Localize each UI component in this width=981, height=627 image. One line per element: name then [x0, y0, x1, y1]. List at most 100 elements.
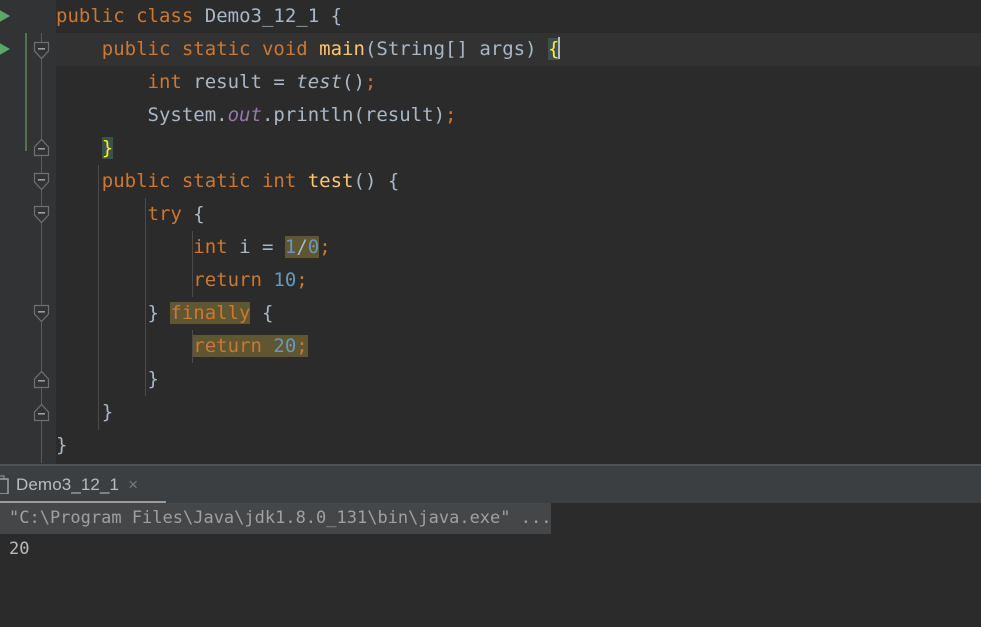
code-line[interactable]: System.out.println(result);	[56, 99, 981, 132]
usage-highlight: 1	[284, 236, 297, 258]
code-token: =	[273, 71, 285, 93]
code-token: try	[147, 203, 182, 225]
code-token: }	[56, 434, 68, 456]
code-line[interactable]: }	[56, 396, 981, 429]
code-token: int	[193, 236, 228, 258]
code-token: println	[273, 104, 354, 126]
code-token: String	[376, 38, 446, 60]
ide-window: public class Demo3_12_1 { public static …	[0, 0, 981, 579]
code-token: (	[364, 38, 377, 60]
code-token: public	[56, 5, 125, 27]
code-line[interactable]: public class Demo3_12_1 {	[56, 0, 981, 33]
code-line[interactable]: public static int test() {	[56, 165, 981, 198]
fold-marker-expanded[interactable]	[33, 172, 50, 191]
code-token: class	[136, 5, 194, 27]
editor-gutter[interactable]	[0, 0, 56, 464]
code-token: test	[307, 170, 354, 192]
code-token: .	[261, 104, 274, 126]
code-text-area[interactable]: public class Demo3_12_1 { public static …	[56, 0, 981, 464]
usage-highlight: finally	[170, 302, 251, 324]
code-token: ;	[445, 104, 457, 126]
fold-marker-expanded[interactable]	[33, 41, 50, 60]
code-token: void	[261, 38, 308, 60]
code-token: static	[181, 38, 251, 60]
run-method-icon[interactable]	[0, 41, 10, 57]
code-token: []	[445, 38, 480, 60]
gutter-icon-strip	[0, 0, 24, 464]
close-icon[interactable]: ×	[128, 476, 138, 493]
code-line[interactable]: }	[56, 132, 981, 165]
run-tab-label: Demo3_12_1	[16, 474, 120, 494]
code-line[interactable]: public static void main(String[] args) {	[56, 33, 981, 66]
code-token: i	[239, 236, 251, 258]
fold-marker-expanded[interactable]	[33, 304, 50, 323]
code-token: {	[330, 5, 343, 27]
code-token: )	[433, 104, 446, 126]
fold-marker-expanded[interactable]	[33, 205, 50, 224]
code-token: ;	[364, 71, 377, 93]
code-token: result	[181, 71, 274, 93]
code-token: =	[261, 236, 274, 258]
code-token: return	[193, 269, 262, 291]
code-line[interactable]: try {	[56, 198, 981, 231]
bracket-match-highlight: }	[101, 137, 114, 159]
code-token: {	[261, 302, 274, 324]
usage-highlight: return	[193, 335, 262, 357]
code-token: }	[147, 302, 171, 324]
vcs-change-marker[interactable]	[25, 33, 27, 151]
code-line[interactable]: }	[56, 363, 981, 396]
text-caret[interactable]	[558, 37, 561, 59]
code-line[interactable]: }	[56, 429, 981, 462]
code-token: 10	[273, 269, 297, 291]
code-token: public	[101, 38, 171, 60]
code-token: .	[216, 104, 228, 126]
code-token: args	[479, 38, 526, 60]
console-output[interactable]: "C:\Program Files\Java\jdk1.8.0_131\bin\…	[0, 503, 981, 579]
usage-highlight: 20	[273, 335, 297, 357]
code-token: ()	[342, 71, 365, 93]
usage-highlight: /	[296, 236, 308, 258]
code-line[interactable]: int result = test();	[56, 66, 981, 99]
code-line[interactable]: return 20;	[56, 330, 981, 363]
code-token: out	[227, 104, 262, 126]
code-editor[interactable]: public class Demo3_12_1 { public static …	[0, 0, 981, 464]
code-token: ;	[296, 269, 308, 291]
usage-highlight: ;	[296, 335, 308, 357]
fold-marker-end[interactable]	[33, 370, 50, 389]
fold-region-line	[41, 33, 42, 463]
fold-marker-end[interactable]	[33, 403, 50, 422]
code-token: {	[387, 170, 400, 192]
usage-highlight: 0	[307, 236, 320, 258]
code-line[interactable]: return 10;	[56, 264, 981, 297]
run-tab-demo3-12-1[interactable]: Demo3_12_1 ×	[10, 466, 144, 503]
code-token: ;	[319, 236, 331, 258]
code-line[interactable]: int i = 1/0;	[56, 231, 981, 264]
run-tab-bar: Demo3_12_1 ×	[0, 466, 981, 504]
code-token: main	[319, 38, 365, 60]
code-line[interactable]: } finally {	[56, 297, 981, 330]
code-token: Demo3_12_1	[204, 5, 320, 27]
fold-marker-end[interactable]	[33, 138, 50, 157]
run-class-icon[interactable]	[0, 8, 10, 24]
